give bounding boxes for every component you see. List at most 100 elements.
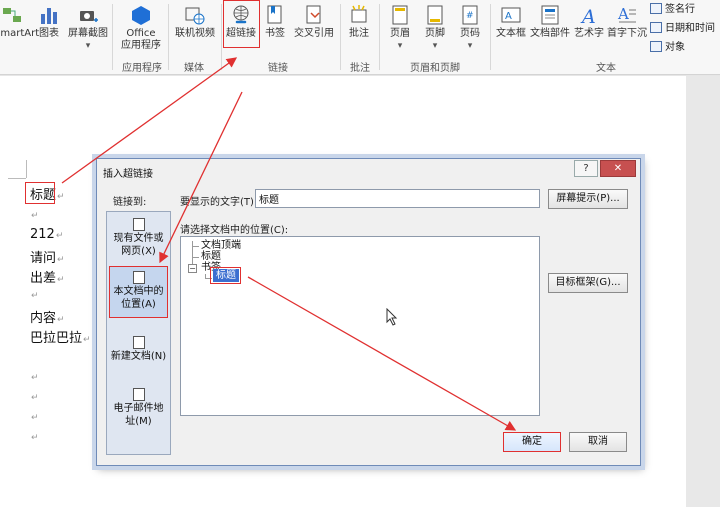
close-icon: ✕ xyxy=(613,163,623,174)
dialog-title: 插入超链接 xyxy=(103,169,153,180)
dropdown-arrow-icon: ▾ xyxy=(85,41,91,51)
hyperlink-highlight xyxy=(223,0,260,48)
svg-text:A: A xyxy=(617,5,629,23)
doc-line[interactable]: 巴拉巴拉↵ xyxy=(30,327,91,346)
new-comment-icon xyxy=(351,5,367,23)
paragraph-mark-icon: ↵ xyxy=(57,275,65,285)
dropdown-arrow-icon: ▾ xyxy=(467,41,473,51)
wordart-icon: A xyxy=(580,6,596,26)
bookmark-icon xyxy=(267,5,282,24)
drop-cap-button[interactable]: A 首字下沉 xyxy=(606,2,648,56)
doc-line[interactable]: ↵ xyxy=(30,429,39,444)
doc-line[interactable]: 出差↵ xyxy=(30,267,65,286)
dropdown-arrow-icon: ▾ xyxy=(397,41,403,51)
tree-connector xyxy=(192,257,199,258)
divider xyxy=(112,4,113,70)
doc-line[interactable]: ↵ xyxy=(30,409,39,424)
signature-line-button[interactable]: 签名行 xyxy=(650,2,695,19)
paragraph-mark-icon: ↵ xyxy=(57,255,65,265)
header-button[interactable]: 页眉 ▾ xyxy=(385,2,415,56)
link-option-place-in-doc[interactable]: 本文档中的位置(A) xyxy=(109,266,168,318)
cross-reference-button[interactable]: 交叉引用 xyxy=(291,2,337,56)
camera-icon xyxy=(80,11,98,22)
doc-line[interactable]: 212↵ xyxy=(30,227,63,242)
help-button[interactable]: ? xyxy=(574,160,598,177)
tree-connector xyxy=(192,246,199,247)
screenshot-button[interactable]: 屏幕截图 ▾ xyxy=(66,2,110,56)
doc-line[interactable]: ↵ xyxy=(30,287,39,302)
group-label-media: 媒体 xyxy=(184,63,204,74)
doc-line[interactable]: ↵ xyxy=(30,207,39,222)
drop-cap-icon: A xyxy=(617,5,636,23)
group-label-text: 文本 xyxy=(596,63,616,74)
doc-line[interactable]: 内容↵ xyxy=(30,307,65,326)
footer-button[interactable]: 页脚 ▾ xyxy=(420,2,450,56)
display-text-input[interactable] xyxy=(255,189,540,208)
smartart-button[interactable]: SmartArt xyxy=(0,2,39,56)
date-time-button[interactable]: 日期和时间 xyxy=(650,21,715,38)
office-store-icon xyxy=(132,6,150,25)
place-in-doc-label: 请选择文档中的位置(C): xyxy=(180,225,289,236)
divider xyxy=(168,4,169,70)
online-video-button[interactable]: 联机视频 xyxy=(172,2,218,56)
paragraph-mark-icon: ↵ xyxy=(83,335,91,345)
bookmark-button[interactable]: 书签 xyxy=(262,2,288,56)
doc-parts-button[interactable]: 文档部件 xyxy=(529,2,571,56)
display-text-label: 要显示的文字(T): xyxy=(180,197,258,208)
cross-reference-icon xyxy=(306,5,321,24)
divider xyxy=(221,4,222,70)
bookmark-highlight xyxy=(210,267,241,284)
mouse-cursor-icon xyxy=(386,308,398,326)
link-option-new-doc[interactable]: 新建文档(N) xyxy=(109,336,168,370)
smartart-icon xyxy=(3,8,21,22)
wordart-button[interactable]: A 艺术字 xyxy=(572,2,606,56)
paragraph-mark-icon: ↵ xyxy=(55,231,64,241)
footer-icon xyxy=(427,5,443,25)
insert-hyperlink-dialog: 插入超链接 ? ✕ 链接到: 现有文件或网页(X) 本文档中的位置(A) 新建文… xyxy=(96,158,641,466)
ok-button[interactable]: 确定 xyxy=(503,432,561,452)
link-option-email[interactable]: 电子邮件地址(M) xyxy=(109,388,168,428)
divider xyxy=(379,4,380,70)
new-document-icon xyxy=(132,336,145,349)
close-button[interactable]: ✕ xyxy=(600,160,636,177)
paragraph-mark-icon: ↵ xyxy=(31,413,39,423)
office-apps-button[interactable]: Office 应用程序 xyxy=(116,2,166,56)
group-label-header-footer: 页眉和页脚 xyxy=(410,63,460,74)
doc-line[interactable]: 请问↵ xyxy=(30,247,65,266)
screen-tip-button[interactable]: 屏幕提示(P)... xyxy=(548,189,628,209)
place-tree[interactable]: 文档顶端 标题 − 书签 标题 xyxy=(180,236,540,416)
link-option-existing-file[interactable]: 现有文件或网页(X) xyxy=(109,218,168,260)
group-label-comments: 批注 xyxy=(350,63,370,74)
link-to-sidebar: 现有文件或网页(X) 本文档中的位置(A) 新建文档(N) 电子邮件地址(M) xyxy=(106,211,171,455)
bar-chart-icon xyxy=(41,8,57,24)
page-number-button[interactable]: # 页码 ▾ xyxy=(455,2,485,56)
object-button[interactable]: 对象 xyxy=(650,40,685,57)
doc-line[interactable]: ↵ xyxy=(30,369,39,384)
ribbon: SmartArt 图表 屏幕截图 ▾ Office 应用程序 联机视频 超链接 … xyxy=(0,0,720,75)
paragraph-mark-icon: ↵ xyxy=(31,373,39,383)
collapse-icon[interactable]: − xyxy=(188,264,197,273)
title-highlight xyxy=(25,182,55,204)
divider xyxy=(340,4,341,70)
page-corner-mark xyxy=(26,160,27,178)
group-label-apps: 应用程序 xyxy=(122,63,162,74)
dropdown-arrow-icon: ▾ xyxy=(432,41,438,51)
object-icon xyxy=(650,41,662,52)
paragraph-mark-icon: ↵ xyxy=(31,211,39,221)
chart-button[interactable]: 图表 xyxy=(34,2,64,56)
paragraph-mark-icon: ↵ xyxy=(31,433,39,443)
cancel-button[interactable]: 取消 xyxy=(569,432,627,452)
group-label-links: 链接 xyxy=(268,63,288,74)
page-margin-area xyxy=(686,76,720,507)
text-box-button[interactable]: A 文本框 xyxy=(493,2,529,56)
paragraph-mark-icon: ↵ xyxy=(57,192,65,202)
doc-line[interactable]: ↵ xyxy=(30,389,39,404)
comment-button[interactable]: 批注 xyxy=(343,2,375,56)
link-to-label: 链接到: xyxy=(113,197,147,208)
target-frame-button[interactable]: 目标框架(G)... xyxy=(548,273,628,293)
document-place-icon xyxy=(132,271,145,284)
signature-icon xyxy=(650,3,662,14)
page-corner-mark xyxy=(8,178,26,179)
video-icon xyxy=(185,7,205,25)
page-number-icon: # xyxy=(462,5,478,25)
